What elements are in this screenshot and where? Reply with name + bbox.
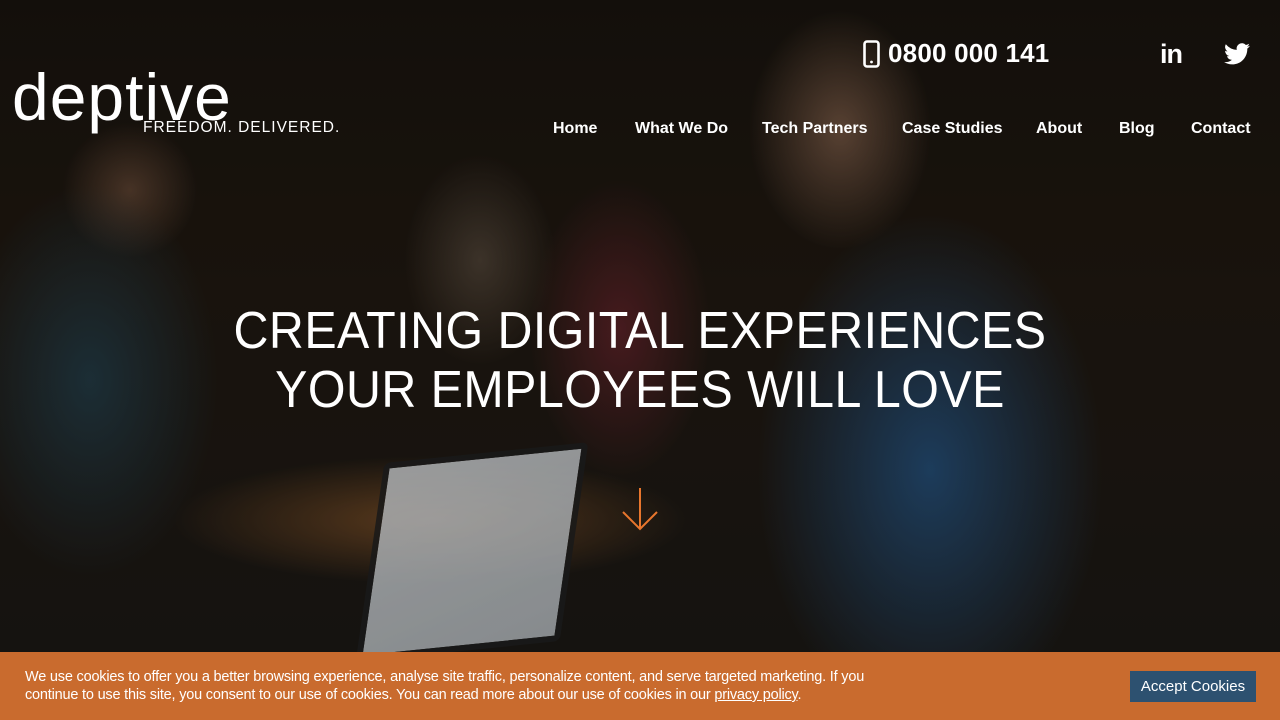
hero-headline-line-2: YOUR EMPLOYEES WILL LOVE (275, 361, 1005, 419)
cookie-banner: We use cookies to offer you a better bro… (0, 652, 1280, 720)
hero-headline-line-1: CREATING DIGITAL EXPERIENCES (233, 302, 1047, 360)
nav-about[interactable]: About (1036, 120, 1082, 138)
nav-home[interactable]: Home (553, 120, 597, 138)
nav-blog[interactable]: Blog (1119, 120, 1155, 138)
nav-what-we-do[interactable]: What We Do (635, 120, 728, 138)
arrow-down-icon (622, 488, 658, 531)
nav-tech-partners[interactable]: Tech Partners (762, 120, 868, 138)
scroll-down-button[interactable] (620, 486, 660, 532)
hero-headline: CREATING DIGITAL EXPERIENCES YOUR EMPLOY… (45, 302, 1235, 420)
phone-link[interactable]: 0800 000 141 (863, 38, 1049, 69)
laptop-image (355, 442, 589, 662)
nav-contact[interactable]: Contact (1191, 120, 1251, 138)
cookie-message: We use cookies to offer you a better bro… (25, 668, 885, 704)
main-nav: Home What We Do Tech Partners Case Studi… (0, 120, 1280, 142)
mobile-phone-icon (863, 39, 880, 68)
phone-number: 0800 000 141 (888, 38, 1050, 68)
accept-cookies-button[interactable]: Accept Cookies (1130, 671, 1256, 702)
linkedin-icon[interactable]: in (1156, 39, 1186, 69)
nav-case-studies[interactable]: Case Studies (902, 120, 1002, 138)
twitter-icon[interactable] (1222, 40, 1252, 68)
cookie-message-end: . (797, 687, 802, 703)
privacy-policy-link[interactable]: privacy policy (714, 687, 797, 703)
